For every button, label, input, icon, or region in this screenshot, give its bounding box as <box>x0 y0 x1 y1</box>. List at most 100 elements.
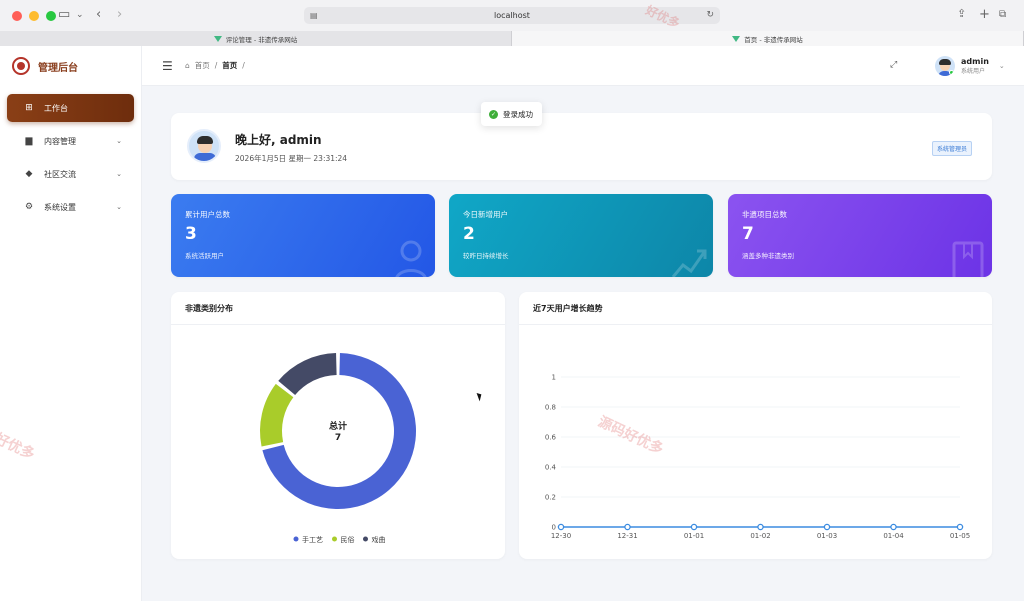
stat-label: 今日新增用户 <box>463 210 508 219</box>
chevron-down-icon[interactable]: ⌄ <box>76 10 84 20</box>
legend-label[interactable]: 民俗 <box>341 535 355 544</box>
document-icon: ▆ <box>25 136 33 146</box>
donut-center-label: 总计 <box>329 420 347 432</box>
legend-label[interactable]: 戏曲 <box>372 535 386 544</box>
role-badge: 系统管理员 <box>931 141 972 156</box>
login-success-toast: ✓ 登录成功 <box>481 102 542 126</box>
collapse-menu-icon[interactable]: ☰ <box>162 59 173 73</box>
avatar <box>935 56 955 76</box>
tab-overview-icon[interactable]: ⧉ <box>999 9 1006 20</box>
data-point[interactable] <box>956 523 964 531</box>
reload-icon[interactable]: ↻ <box>706 7 714 24</box>
y-tick-label: 0 <box>552 524 556 532</box>
user-growth-line-chart: 0 0.2 0.4 0.6 0.8 1 12-30 12-31 01-01 01-02 01-03 0… <box>545 374 970 541</box>
panel-title: 非遗类别分布 <box>185 304 233 313</box>
sidebar-item-content[interactable]: ▆ 内容管理 ⌄ <box>7 127 134 155</box>
toast-message: 登录成功 <box>503 109 533 119</box>
avatar <box>187 129 221 163</box>
tab-label: 首页 - 非遗传承网站 <box>744 35 803 44</box>
chevron-down-icon: ⌄ <box>998 62 1005 70</box>
sidebar-item-label: 工作台 <box>44 103 68 113</box>
data-point[interactable] <box>690 523 698 531</box>
brand-logo-icon <box>12 57 30 75</box>
gear-icon: ⚙ <box>24 202 34 212</box>
main-content: 晚上好, admin 2026年1月5日 星期一 23:31:24 系统管理员 … <box>142 86 1024 601</box>
donut-slice-2[interactable] <box>278 353 337 396</box>
brand-title: 管理后台 <box>38 62 78 74</box>
breadcrumb-home[interactable]: 首页 <box>195 60 210 71</box>
fullscreen-icon[interactable]: ⤢ <box>890 60 897 70</box>
user-growth-card: 近7天用户增长趋势 0 0.2 0.4 0.6 0.8 1 12-30 12-31 01-01 0… <box>519 292 992 559</box>
online-status-dot <box>949 70 954 75</box>
welcome-card: 晚上好, admin 2026年1月5日 星期一 23:31:24 系统管理员 <box>171 113 992 180</box>
minimize-window-button[interactable] <box>29 11 39 21</box>
stat-value: 7 <box>742 224 754 244</box>
grid-icon: ⊞ <box>25 103 33 113</box>
book-icon <box>952 241 984 277</box>
sidebar-item-settings[interactable]: ⚙ 系统设置 ⌄ <box>7 193 134 221</box>
data-point[interactable] <box>890 523 897 531</box>
stat-label: 非遗项目总数 <box>742 210 787 219</box>
chevron-down-icon: ⌄ <box>116 170 122 178</box>
sidebar-item-label: 社区交流 <box>44 169 76 179</box>
app-root: 管理后台 ⊞ 工作台 ▆ 内容管理 ⌄ ◆ 社区交流 ⌄ ⚙ 系统设置 ⌄ ☰ … <box>0 46 1024 601</box>
sidebar-item-label: 内容管理 <box>44 136 76 146</box>
new-tab-icon[interactable]: + <box>979 7 990 22</box>
stat-value: 2 <box>463 224 475 244</box>
stat-label: 累计用户总数 <box>185 210 230 219</box>
user-icon <box>395 240 427 277</box>
data-point[interactable] <box>624 523 631 531</box>
sidebar-item-community[interactable]: ◆ 社区交流 ⌄ <box>7 160 134 188</box>
user-role: 系统用户 <box>961 68 986 75</box>
x-tick-label: 01-05 <box>950 532 970 540</box>
chevron-down-icon: ⌄ <box>116 203 122 211</box>
page-settings-icon[interactable]: ▤ <box>310 7 318 24</box>
sidebar-item-label: 系统设置 <box>44 202 76 212</box>
y-tick-label: 0.4 <box>545 464 557 472</box>
back-icon[interactable]: ‹ <box>96 7 101 22</box>
y-tick-label: 0.6 <box>545 434 557 442</box>
y-tick-label: 0.8 <box>545 404 556 412</box>
tab-label: 评论管理 - 非遗传承网站 <box>225 35 298 44</box>
stat-card-new-users: 今日新增用户 2 较昨日持续增长 <box>449 194 713 277</box>
vue-logo-icon <box>213 35 222 42</box>
forward-icon[interactable]: › <box>117 7 122 22</box>
x-tick-label: 12-31 <box>617 532 637 540</box>
legend-marker <box>363 536 368 542</box>
stat-subtitle: 较昨日持续增长 <box>463 252 509 260</box>
sidebar-toggle-icon[interactable]: ▭ <box>58 7 70 22</box>
breadcrumb-separator: / <box>242 61 245 70</box>
browser-chrome: ▭ ⌄ ‹ › ▤ localhost ↻ ⇪ + ⧉ 评论管理 - 非遗传承网… <box>0 0 1024 46</box>
panel-title: 近7天用户增长趋势 <box>533 304 603 313</box>
chevron-down-icon: ⌄ <box>116 137 122 145</box>
tab-home[interactable]: 首页 - 非遗传承网站 <box>512 31 1024 46</box>
user-menu[interactable]: admin 系统用户 ⌄ <box>935 56 1005 76</box>
sidebar: 管理后台 ⊞ 工作台 ▆ 内容管理 ⌄ ◆ 社区交流 ⌄ ⚙ 系统设置 ⌄ <box>0 46 142 601</box>
donut-slice-1[interactable] <box>260 383 294 447</box>
close-window-button[interactable] <box>12 11 22 21</box>
sidebar-item-dashboard[interactable]: ⊞ 工作台 <box>7 94 134 122</box>
breadcrumb-separator: / <box>214 61 218 70</box>
greeting-text: 晚上好, admin <box>235 133 322 147</box>
window-controls <box>12 11 56 21</box>
donut-center-value: 7 <box>335 433 341 443</box>
check-circle-icon: ✓ <box>489 109 498 119</box>
y-tick-label: 1 <box>552 374 556 382</box>
data-point[interactable] <box>823 523 831 531</box>
legend-label[interactable]: 手工艺 <box>302 535 323 544</box>
stat-subtitle: 系统活跃用户 <box>185 252 224 260</box>
x-tick-label: 12-30 <box>551 532 571 540</box>
category-donut-chart: 总计7 手工艺 民俗 戏曲 <box>260 353 416 544</box>
x-tick-label: 01-02 <box>750 532 770 540</box>
stat-card-heritage-items: 非遗项目总数 7 涵盖多种非遗类别 <box>728 194 992 277</box>
data-point[interactable] <box>757 523 764 531</box>
breadcrumb: ⌂ 首页 / 首页 / <box>185 60 245 71</box>
data-point[interactable] <box>557 523 565 531</box>
x-tick-label: 01-01 <box>684 532 704 540</box>
tab-comments[interactable]: 评论管理 - 非遗传承网站 <box>0 31 512 46</box>
zoom-window-button[interactable] <box>46 11 56 21</box>
category-distribution-card: 非遗类别分布 总计 7 手工艺 民俗 戏曲 <box>171 292 505 559</box>
topbar: ☰ ⌂ 首页 / 首页 / ⤢ admin 系统用户 ⌄ <box>142 46 1024 86</box>
share-icon[interactable]: ⇪ <box>957 7 966 20</box>
legend-marker <box>332 536 337 542</box>
